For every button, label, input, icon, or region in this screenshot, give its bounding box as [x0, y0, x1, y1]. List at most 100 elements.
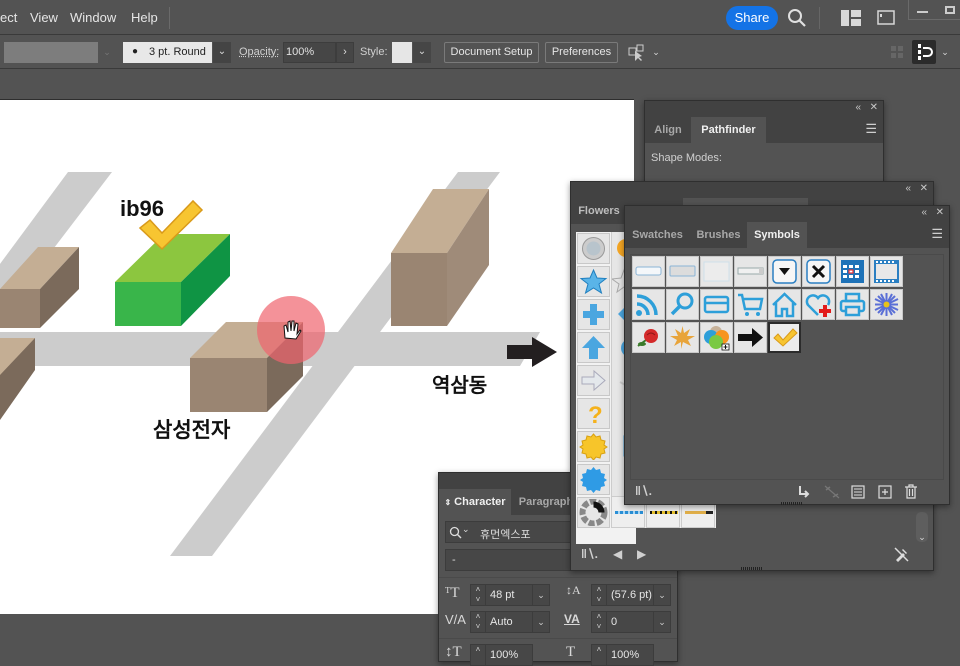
- symbol-arrow-right[interactable]: [577, 365, 610, 396]
- symbol-dropdown-arrow[interactable]: [768, 256, 801, 287]
- font-size-stepper[interactable]: ˄ ˅: [470, 584, 486, 606]
- symbol-film-frame[interactable]: [870, 256, 903, 287]
- horizontal-scale-stepper[interactable]: ˄: [591, 644, 607, 666]
- share-button[interactable]: Share: [726, 6, 778, 30]
- symbol-options-icon[interactable]: [851, 485, 865, 499]
- symbol-calendar[interactable]: [836, 256, 869, 287]
- font-size-dropdown[interactable]: ⌄: [532, 584, 550, 606]
- symbol-libraries-menu-icon[interactable]: ‖∖.: [581, 547, 598, 561]
- chevron-down-icon[interactable]: ⌄: [649, 47, 663, 58]
- vertical-scale-stepper[interactable]: ˄: [470, 644, 486, 666]
- symbol-button-plain[interactable]: [632, 256, 665, 287]
- symbol-button-blank[interactable]: [700, 256, 733, 287]
- symbol-rss[interactable]: [632, 289, 665, 320]
- tab-flowers[interactable]: Flowers: [571, 198, 627, 224]
- symbol-button-gray[interactable]: [666, 256, 699, 287]
- tab-symbols[interactable]: Symbols: [747, 222, 807, 248]
- symbol-plus[interactable]: [577, 299, 610, 330]
- transform-select-icon[interactable]: [628, 44, 646, 62]
- symbol-color-circles[interactable]: [700, 322, 733, 353]
- menu-select[interactable]: ect: [0, 10, 17, 25]
- leading-input[interactable]: (57.6 pt): [606, 584, 654, 606]
- opacity-input[interactable]: 100%: [283, 42, 336, 63]
- font-size-input[interactable]: 48 pt: [485, 584, 533, 606]
- stroke-profile-field[interactable]: ● 3 pt. Round: [123, 42, 212, 63]
- symbol-yellow-burst[interactable]: [577, 431, 610, 462]
- chevron-down-icon[interactable]: ⌄: [100, 47, 114, 58]
- new-symbol-icon[interactable]: [878, 485, 892, 499]
- tracking-stepper[interactable]: ˄ ˅: [591, 611, 607, 633]
- tracking-dropdown[interactable]: ⌄: [653, 611, 671, 633]
- symbol-maple-leaf[interactable]: [666, 322, 699, 353]
- close-icon[interactable]: ✕: [870, 102, 878, 113]
- symbol-shopping-cart[interactable]: [734, 289, 767, 320]
- symbol-globe-button[interactable]: [577, 233, 610, 264]
- next-library-icon[interactable]: ▶: [637, 547, 646, 561]
- resize-grip[interactable]: [781, 502, 803, 505]
- symbol-credit-card[interactable]: [700, 289, 733, 320]
- symbol-rose[interactable]: [632, 322, 665, 353]
- preferences-button[interactable]: Preferences: [545, 42, 618, 63]
- symbol-star[interactable]: [577, 266, 610, 297]
- panel-menu-icon[interactable]: ☰: [865, 121, 877, 137]
- kerning-dropdown[interactable]: ⌄: [532, 611, 550, 633]
- maximize-icon[interactable]: [945, 6, 955, 14]
- tab-swatches[interactable]: Swatches: [625, 222, 690, 248]
- tab-pathfinder[interactable]: Pathfinder: [691, 117, 766, 143]
- previous-library-icon[interactable]: ◀: [613, 547, 622, 561]
- leading-dropdown[interactable]: ⌄: [653, 584, 671, 606]
- workspace-icon[interactable]: [877, 10, 895, 25]
- symbol-question[interactable]: ?: [577, 398, 610, 429]
- symbol-black-arrow[interactable]: [734, 322, 767, 353]
- tab-align[interactable]: Align: [645, 117, 691, 143]
- menu-help[interactable]: Help: [131, 10, 158, 25]
- search-icon[interactable]: [787, 8, 807, 28]
- tab-brushes[interactable]: Brushes: [690, 222, 747, 248]
- symbol-heart-plus[interactable]: [802, 289, 835, 320]
- symbol-arrow-up[interactable]: [577, 332, 610, 363]
- kerning-input[interactable]: Auto: [485, 611, 533, 633]
- scroll-down-icon[interactable]: ⌄: [915, 532, 929, 543]
- chevron-down-icon[interactable]: ⌄: [938, 47, 952, 58]
- stroke-profile-dropdown[interactable]: ⌄: [213, 42, 231, 63]
- resize-grip[interactable]: [741, 567, 763, 570]
- arrange-documents-icon[interactable]: [841, 10, 861, 26]
- opacity-label[interactable]: Opacity:: [239, 46, 279, 58]
- symbol-home[interactable]: [768, 289, 801, 320]
- symbol-checkmark-selected[interactable]: [768, 322, 801, 353]
- close-icon[interactable]: ✕: [936, 207, 944, 218]
- collapse-icon[interactable]: «: [921, 207, 927, 218]
- menu-view[interactable]: View: [30, 10, 58, 25]
- symbol-close-x[interactable]: [802, 256, 835, 287]
- kerning-stepper[interactable]: ˄ ˅: [470, 611, 486, 633]
- symbol-dropdown-field[interactable]: [734, 256, 767, 287]
- panel-menu-icon[interactable]: ☰: [931, 226, 943, 242]
- collapse-icon[interactable]: «: [905, 183, 911, 194]
- place-symbol-instance-icon[interactable]: [797, 485, 811, 499]
- symbol-blue-flower[interactable]: [870, 289, 903, 320]
- collapse-icon[interactable]: «: [855, 102, 861, 113]
- document-setup-button[interactable]: Document Setup: [444, 42, 539, 63]
- tab-character[interactable]: ⇕ Character: [439, 489, 511, 515]
- break-link-icon[interactable]: [824, 485, 840, 499]
- style-dropdown[interactable]: ⌄: [413, 42, 431, 63]
- graphic-style-swatch[interactable]: [392, 42, 412, 63]
- trash-icon[interactable]: [904, 484, 918, 499]
- leading-stepper[interactable]: ˄ ˅: [591, 584, 607, 606]
- grid-icon[interactable]: [890, 45, 904, 59]
- vertical-scale-input[interactable]: 100%: [485, 644, 533, 666]
- horizontal-scale-input[interactable]: 100%: [606, 644, 654, 666]
- menu-window[interactable]: Window: [70, 10, 116, 25]
- tracking-input[interactable]: 0: [606, 611, 654, 633]
- symbol-blue-burst[interactable]: [577, 464, 610, 495]
- minimize-icon[interactable]: [917, 11, 928, 13]
- opacity-expand-button[interactable]: ›: [336, 42, 354, 63]
- stroke-weight-field[interactable]: [4, 42, 98, 63]
- symbol-libraries-menu-icon[interactable]: ‖∖.: [635, 484, 652, 498]
- snap-to-pixel-button[interactable]: [912, 40, 936, 64]
- place-symbol-icon[interactable]: [894, 547, 909, 562]
- close-icon[interactable]: ✕: [920, 183, 928, 194]
- symbol-printer[interactable]: [836, 289, 869, 320]
- symbol-magnifier[interactable]: [666, 289, 699, 320]
- symbol-loading-spinner[interactable]: [577, 497, 610, 528]
